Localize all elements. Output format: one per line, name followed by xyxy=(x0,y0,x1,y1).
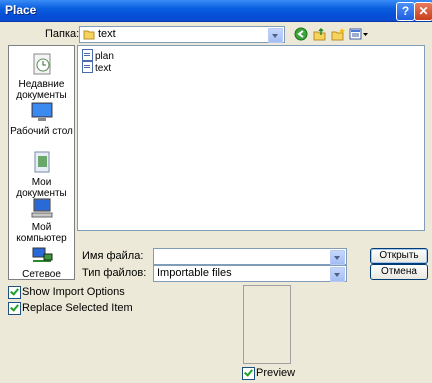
preview-pane xyxy=(243,285,291,364)
filetype-label: Тип файлов: xyxy=(82,267,147,279)
show-import-options-label: Show Import Options xyxy=(22,286,125,298)
help-icon: ? xyxy=(401,4,410,18)
folder-label: Папка: xyxy=(45,28,80,40)
file-list[interactable]: plan text xyxy=(77,45,425,231)
desktop-icon xyxy=(31,102,52,121)
list-item[interactable]: plan xyxy=(82,49,114,62)
cancel-button[interactable]: Отмена xyxy=(370,264,428,280)
open-button[interactable]: Открыть xyxy=(370,248,428,264)
place-label: Сетевое xyxy=(22,269,61,280)
chevron-down-icon[interactable] xyxy=(268,28,283,43)
document-icon xyxy=(82,61,93,73)
back-icon[interactable] xyxy=(294,27,308,41)
recent-documents-icon xyxy=(33,53,50,75)
close-button[interactable]: ✕ xyxy=(414,2,432,21)
show-import-options-checkbox[interactable] xyxy=(8,286,21,299)
place-label: Недавние документы xyxy=(16,79,67,101)
close-icon: ✕ xyxy=(418,4,429,18)
chevron-down-icon[interactable] xyxy=(330,250,345,265)
my-computer-icon xyxy=(31,198,52,218)
filetype-select[interactable]: Importable files xyxy=(153,265,347,282)
chevron-down-icon[interactable] xyxy=(330,267,345,282)
up-folder-icon[interactable] xyxy=(313,27,327,41)
place-desktop[interactable]: Рабочий стол xyxy=(9,101,74,137)
network-icon xyxy=(32,247,52,262)
document-icon xyxy=(82,49,93,61)
filetype-value: Importable files xyxy=(157,267,232,279)
my-documents-icon xyxy=(34,151,49,173)
filename-label: Имя файла: xyxy=(82,250,144,262)
place-label: Мой компьютер xyxy=(16,222,67,244)
place-network[interactable]: Сетевое xyxy=(9,246,74,280)
preview-checkbox[interactable] xyxy=(242,367,255,380)
preview-label: Preview xyxy=(256,367,296,379)
folder-icon xyxy=(83,30,95,40)
place-label: Мои документы xyxy=(16,177,67,199)
window-title: Place xyxy=(5,3,37,17)
folder-value: text xyxy=(98,28,116,40)
file-name: text xyxy=(95,63,112,74)
replace-selected-item-checkbox[interactable] xyxy=(8,302,21,315)
folder-combo[interactable]: text xyxy=(79,26,285,43)
replace-selected-item-label: Replace Selected Item xyxy=(22,302,133,314)
place-my-documents[interactable]: Мои документы xyxy=(9,150,74,199)
places-bar: Недавние документы Рабочий стол Мои доку… xyxy=(8,45,75,280)
help-button[interactable]: ? xyxy=(396,2,415,21)
view-menu-icon[interactable] xyxy=(349,27,369,41)
place-recent-documents[interactable]: Недавние документы xyxy=(9,52,74,101)
place-label: Рабочий стол xyxy=(10,126,73,137)
title-bar: Place ? ✕ xyxy=(0,0,432,22)
new-folder-icon[interactable] xyxy=(331,27,346,41)
filename-input[interactable] xyxy=(153,248,347,265)
list-item[interactable]: text xyxy=(82,61,112,74)
place-my-computer[interactable]: Мой компьютер xyxy=(9,197,74,244)
